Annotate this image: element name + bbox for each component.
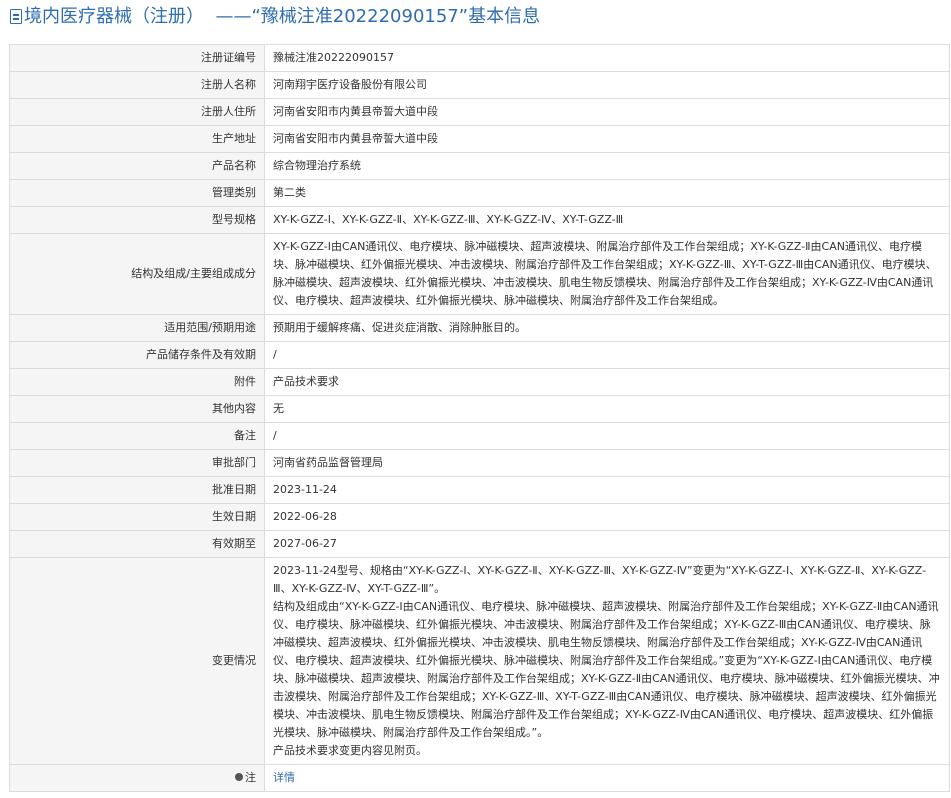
row-value: / (264, 341, 950, 369)
row-label: 附件 (9, 368, 265, 396)
changes-value: 2023-11-24型号、规格由“XY-K-GZZ-Ⅰ、XY-K-GZZ-Ⅱ、X… (264, 557, 950, 765)
row-label: 变更情况 (9, 557, 265, 765)
table-row: 生效日期 2022-06-28 (9, 503, 950, 531)
row-value: 2023-11-24 (264, 476, 950, 504)
table-row-changes: 变更情况 2023-11-24型号、规格由“XY-K-GZZ-Ⅰ、XY-K-GZ… (9, 557, 950, 765)
table-row: 注册证编号 豫械注准20222090157 (9, 44, 950, 72)
table-row: 其他内容无 (9, 395, 950, 423)
row-value: 河南翔宇医疗设备股份有限公司 (264, 71, 950, 99)
row-value: 第二类 (264, 179, 950, 207)
row-label: 其他内容 (9, 395, 265, 423)
table-row-note: 注 详情 (9, 764, 950, 792)
details-link[interactable]: 详情 (273, 771, 295, 784)
row-label: 备注 (9, 422, 265, 450)
row-label: 有效期至 (9, 530, 265, 558)
row-value: XY-K-GZZ-Ⅰ由CAN通讯仪、电疗模块、脉冲磁模块、超声波模块、附属治疗部… (264, 233, 950, 315)
row-value: XY-K-GZZ-Ⅰ、XY-K-GZZ-Ⅱ、XY-K-GZZ-Ⅲ、XY-K-GZ… (264, 206, 950, 234)
row-value: 综合物理治疗系统 (264, 152, 950, 180)
table-row: 适用范围/预期用途 预期用于缓解疼痛、促进炎症消散、消除肿胀目的。 (9, 314, 950, 342)
title-main: “豫械注准20222090157”基本信息 (251, 6, 541, 27)
table-row: 注册人名称 河南翔宇医疗设备股份有限公司 (9, 71, 950, 99)
row-label: 产品名称 (9, 152, 265, 180)
row-value: / (264, 422, 950, 450)
table-row: 管理类别 第二类 (9, 179, 950, 207)
row-label: 审批部门 (9, 449, 265, 477)
row-label: 生产地址 (9, 125, 265, 153)
change-paragraph: 结构及组成由“XY-K-GZZ-Ⅰ由CAN通讯仪、电疗模块、脉冲磁模块、超声波模… (273, 600, 940, 739)
note-label: 注 (245, 771, 256, 784)
change-paragraph: 产品技术要求变更内容见附页。 (273, 744, 427, 757)
dot-icon (235, 773, 243, 781)
title-prefix: 境内医疗器械（注册） (24, 6, 204, 27)
table-row: 型号规格 XY-K-GZZ-Ⅰ、XY-K-GZZ-Ⅱ、XY-K-GZZ-Ⅲ、XY-… (9, 206, 950, 234)
note-value: 详情 (264, 764, 950, 792)
row-value: 2027-06-27 (264, 530, 950, 558)
row-value: 豫械注准20222090157 (264, 44, 950, 72)
row-label: 管理类别 (9, 179, 265, 207)
row-label: 注册证编号 (9, 44, 265, 72)
row-value: 无 (264, 395, 950, 423)
row-value: 河南省安阳市内黄县帝誓大道中段 (264, 98, 950, 126)
row-label: 产品储存条件及有效期 (9, 341, 265, 369)
row-label: 结构及组成/主要组成成分 (9, 233, 265, 315)
row-value: 河南省药品监督管理局 (264, 449, 950, 477)
document-icon (10, 9, 22, 24)
row-value: 河南省安阳市内黄县帝誓大道中段 (264, 125, 950, 153)
page-title: 境内医疗器械（注册） ——“豫械注准20222090157”基本信息 (0, 0, 951, 34)
row-label: 适用范围/预期用途 (9, 314, 265, 342)
change-paragraph: 2023-11-24型号、规格由“XY-K-GZZ-Ⅰ、XY-K-GZZ-Ⅱ、X… (273, 564, 927, 595)
table-row: 产品储存条件及有效期 / (9, 341, 950, 369)
table-row: 结构及组成/主要组成成分 XY-K-GZZ-Ⅰ由CAN通讯仪、电疗模块、脉冲磁模块… (9, 233, 950, 315)
row-value: 预期用于缓解疼痛、促进炎症消散、消除肿胀目的。 (264, 314, 950, 342)
title-dash: —— (215, 6, 252, 27)
row-label: 批准日期 (9, 476, 265, 504)
table-row: 批准日期 2023-11-24 (9, 476, 950, 504)
table-row: 审批部门 河南省药品监督管理局 (9, 449, 950, 477)
row-label: 注册人名称 (9, 71, 265, 99)
table-row: 生产地址 河南省安阳市内黄县帝誓大道中段 (9, 125, 950, 153)
row-value: 2022-06-28 (264, 503, 950, 531)
row-label: 注册人住所 (9, 98, 265, 126)
row-label: 型号规格 (9, 206, 265, 234)
row-label: 生效日期 (9, 503, 265, 531)
note-label-cell: 注 (9, 764, 265, 792)
table-row: 有效期至 2027-06-27 (9, 530, 950, 558)
table-row: 产品名称 综合物理治疗系统 (9, 152, 950, 180)
table-row: 注册人住所 河南省安阳市内黄县帝誓大道中段 (9, 98, 950, 126)
row-value: 产品技术要求 (264, 368, 950, 396)
table-row: 附件 产品技术要求 (9, 368, 950, 396)
table-row: 备注 / (9, 422, 950, 450)
info-table: 注册证编号 豫械注准20222090157 注册人名称 河南翔宇医疗设备股份有限公司… (9, 44, 950, 792)
